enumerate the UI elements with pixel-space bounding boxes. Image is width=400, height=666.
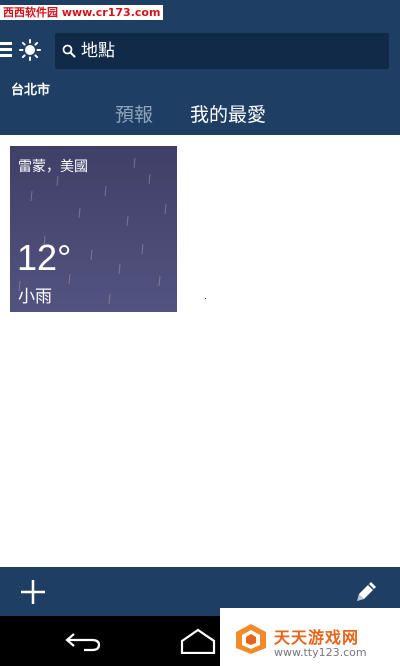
favorite-location-card[interactable]: 雷蒙，美國 12° 小雨 bbox=[10, 146, 177, 312]
watermark-url: www.tty123.com bbox=[274, 646, 367, 659]
current-city: 台北市 bbox=[11, 83, 51, 98]
home-icon[interactable] bbox=[178, 628, 218, 654]
tab-favorites[interactable]: 我的最愛 bbox=[190, 103, 266, 127]
watermark-top: 西西软件园 www.cr173.com bbox=[0, 5, 164, 20]
watermark-title: 天天游戏网 bbox=[274, 628, 360, 647]
search-input[interactable]: 地點 bbox=[55, 33, 389, 69]
card-temperature: 12° bbox=[17, 237, 72, 278]
search-placeholder: 地點 bbox=[81, 41, 115, 61]
plus-icon[interactable] bbox=[20, 579, 46, 605]
watermark-logo bbox=[236, 624, 266, 654]
sun-icon[interactable] bbox=[19, 39, 41, 61]
card-location: 雷蒙，美國 bbox=[18, 159, 88, 175]
card-condition: 小雨 bbox=[18, 287, 52, 307]
status-bar: 西西软件园 www.cr173.com bbox=[0, 0, 400, 24]
search-icon bbox=[62, 44, 76, 58]
back-icon[interactable] bbox=[64, 630, 104, 652]
tab-forecast[interactable]: 預報 bbox=[115, 103, 153, 127]
menu-icon[interactable] bbox=[0, 42, 12, 58]
pencil-icon[interactable] bbox=[353, 579, 379, 605]
watermark-bottom: 天天游戏网 www.tty123.com bbox=[220, 608, 400, 666]
app-header: 地點 台北市 預報 我的最愛 bbox=[0, 24, 400, 135]
dot bbox=[205, 298, 206, 299]
